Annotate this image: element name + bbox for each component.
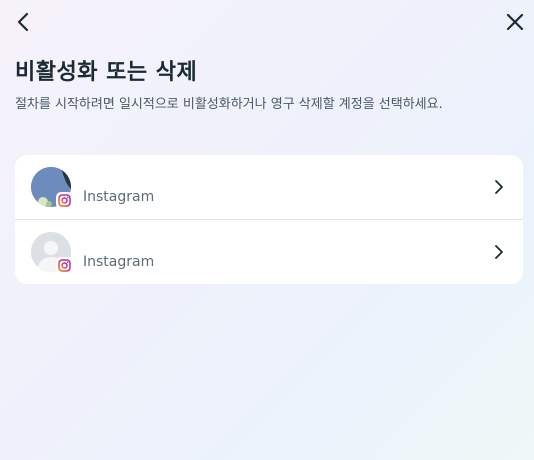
close-icon [506, 13, 524, 31]
chevron-right-icon [495, 180, 503, 194]
page-subtitle: 절차를 시작하려면 일시적으로 비활성화하거나 영구 삭제할 계정을 선택하세요… [15, 97, 443, 112]
back-button[interactable] [10, 9, 36, 35]
chevron-left-icon [17, 12, 29, 32]
account-row-1[interactable]: Instagram [15, 155, 523, 219]
account-platform: Instagram [83, 189, 155, 205]
chevron-right-icon [495, 245, 503, 259]
instagram-icon [58, 194, 71, 207]
instagram-badge [56, 192, 73, 209]
instagram-badge [56, 257, 73, 274]
page-title: 비활성화 또는 삭제 [15, 60, 198, 85]
accounts-list: Instagram Instagram [15, 155, 523, 284]
account-platform: Instagram [83, 254, 155, 270]
account-row-2[interactable]: Instagram [15, 219, 523, 284]
instagram-icon [58, 259, 71, 272]
close-button[interactable] [502, 9, 528, 35]
